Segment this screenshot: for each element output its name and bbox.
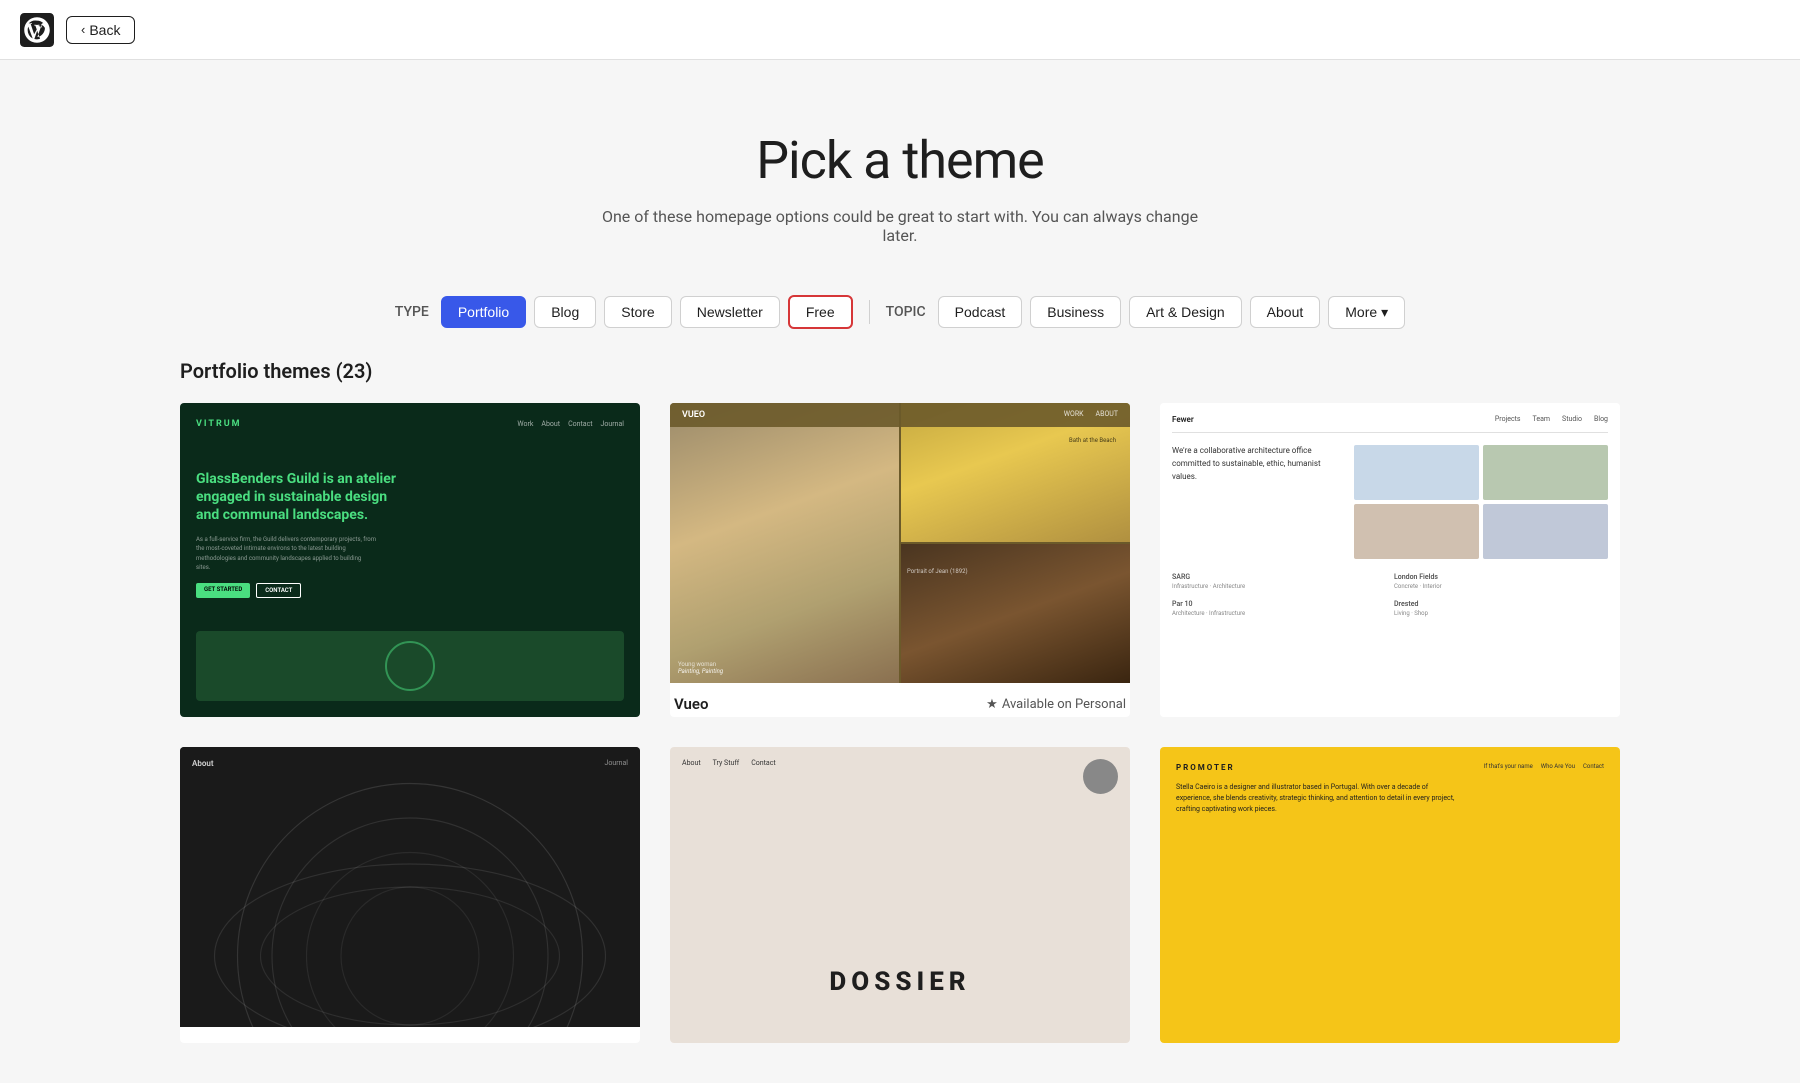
vitrum-hero: GlassBenders Guild is an atelier engaged… (196, 449, 624, 619)
wordpress-logo (20, 13, 54, 47)
filter-business[interactable]: Business (1030, 296, 1121, 328)
back-label: Back (89, 22, 120, 38)
section-header: Portfolio themes (23) (100, 359, 1700, 403)
theme-card-vitrum[interactable]: VITRUM Work About Contact Journal GlassB… (180, 403, 640, 717)
theme-preview-fewer: Fewer Projects Team Studio Blog We're a … (1160, 403, 1620, 717)
filter-bar: TYPE Portfolio Blog Store Newsletter Fre… (0, 275, 1800, 359)
topbar: ‹ Back (0, 0, 1800, 60)
star-icon-vueo: ★ (986, 697, 998, 712)
vueo-portrait-main: Young woman Painting, Painting (670, 403, 899, 683)
filter-more[interactable]: More ▾ (1328, 296, 1405, 329)
theme-grid: VITRUM Work About Contact Journal GlassB… (100, 403, 1700, 1043)
topic-label: TOPIC (886, 304, 926, 320)
fewer-nav: Fewer Projects Team Studio Blog (1172, 415, 1608, 433)
dark-preview-svg (180, 747, 640, 1027)
theme-card-promoter[interactable]: PROMOTER If that's your name Who Are You… (1160, 747, 1620, 1043)
filter-divider (869, 300, 870, 324)
theme-preview-vitrum: VITRUM Work About Contact Journal GlassB… (180, 403, 640, 717)
vitrum-nav: Work About Contact Journal (517, 420, 624, 428)
more-label: More (1345, 304, 1377, 320)
main-content: Pick a theme One of these homepage optio… (0, 0, 1800, 1083)
theme-card-vueo[interactable]: VUEO WORK ABOUT Young woman Painting, Pa… (670, 403, 1130, 717)
page-title: Pick a theme (20, 130, 1780, 191)
theme-card-dossier[interactable]: About Try Stuff Contact DOSSIER (670, 747, 1130, 1043)
dossier-avatar (1083, 759, 1118, 794)
theme-preview-dark: About Journal (180, 747, 640, 1027)
theme-card-fewer[interactable]: Fewer Projects Team Studio Blog We're a … (1160, 403, 1620, 717)
theme-preview-promoter: PROMOTER If that's your name Who Are You… (1160, 747, 1620, 1043)
filter-art-design[interactable]: Art & Design (1129, 296, 1242, 328)
filter-about[interactable]: About (1250, 296, 1321, 328)
vitrum-logo: VITRUM (196, 419, 242, 429)
theme-card-dark[interactable]: About Journal (180, 747, 640, 1043)
hero-subtitle: One of these homepage options could be g… (600, 207, 1200, 245)
dark-footer (180, 1027, 640, 1043)
filter-free[interactable]: Free (788, 295, 853, 329)
hero-section: Pick a theme One of these homepage optio… (0, 80, 1800, 275)
chevron-left-icon: ‹ (81, 22, 85, 37)
back-button[interactable]: ‹ Back (66, 16, 135, 44)
theme-preview-dossier: About Try Stuff Contact DOSSIER (670, 747, 1130, 1043)
filter-podcast[interactable]: Podcast (938, 296, 1023, 328)
theme-preview-vueo: VUEO WORK ABOUT Young woman Painting, Pa… (670, 403, 1130, 683)
chevron-down-icon: ▾ (1381, 304, 1388, 321)
bottom-spacer (0, 1043, 1800, 1083)
vueo-portrait2: Portrait of Jean (1892) (901, 544, 1130, 683)
filter-store[interactable]: Store (604, 296, 671, 328)
vueo-name: Vueo (674, 695, 708, 713)
section-title: Portfolio themes (23) (180, 359, 1620, 383)
type-label: TYPE (395, 304, 429, 320)
vueo-badge: ★ Available on Personal (986, 697, 1126, 712)
vueo-footer: Vueo ★ Available on Personal (670, 683, 1130, 717)
filter-newsletter[interactable]: Newsletter (680, 296, 780, 328)
filter-portfolio[interactable]: Portfolio (441, 296, 526, 328)
filter-blog[interactable]: Blog (534, 296, 596, 328)
vueo-nav: VUEO WORK ABOUT (670, 403, 1130, 427)
